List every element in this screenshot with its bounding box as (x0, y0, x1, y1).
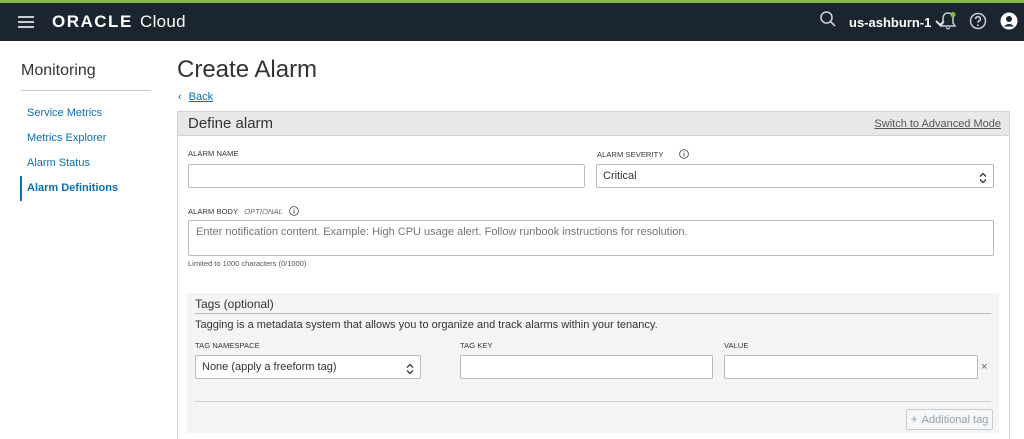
alarm-body-label-row: ALARM BODY OPTIONAL (188, 206, 299, 218)
info-icon[interactable] (289, 206, 299, 218)
tag-value-label: VALUE (724, 341, 749, 350)
panel-header: Define alarm Switch to Advanced Mode (178, 112, 1009, 136)
sidebar-item-service-metrics[interactable]: Service Metrics (27, 107, 102, 119)
tag-value-input[interactable] (724, 355, 978, 379)
sidebar-divider (21, 90, 151, 91)
alarm-body-textarea[interactable] (188, 220, 994, 256)
region-label: us-ashburn-1 (849, 15, 932, 30)
sidebar-item-metrics-explorer[interactable]: Metrics Explorer (27, 132, 106, 144)
alarm-severity-label-row: ALARM SEVERITY (597, 149, 690, 161)
alarm-name-input[interactable] (188, 164, 585, 188)
info-icon[interactable] (679, 149, 690, 161)
switch-advanced-mode-link[interactable]: Switch to Advanced Mode (874, 118, 1001, 130)
search-icon[interactable] (819, 10, 837, 33)
region-selector[interactable]: us-ashburn-1 (849, 15, 945, 30)
alarm-body-label: ALARM BODY (188, 206, 239, 216)
notifications-bell-icon[interactable] (939, 11, 957, 36)
alarm-severity-select[interactable]: Critical (596, 164, 994, 188)
alarm-severity-value: Critical (603, 170, 637, 182)
tags-title: Tags (optional) (195, 297, 274, 311)
select-arrows-icon (979, 170, 987, 192)
menu-icon[interactable] (18, 16, 34, 28)
tags-divider (195, 313, 991, 314)
sidebar-item-alarm-status[interactable]: Alarm Status (27, 157, 90, 169)
tags-description: Tagging is a metadata system that allows… (195, 319, 658, 331)
oracle-cloud-logo[interactable]: ORACLE Cloud (52, 12, 186, 32)
page-title: Create Alarm (177, 56, 318, 83)
back-link-label: Back (188, 91, 214, 103)
alarm-body-optional-label: OPTIONAL (244, 206, 283, 216)
tag-namespace-value: None (apply a freeform tag) (202, 361, 337, 373)
additional-tag-button[interactable]: + Additional tag (906, 409, 993, 430)
select-arrows-icon (406, 361, 414, 383)
tags-bottom-divider (195, 401, 991, 402)
back-link[interactable]: ‹ Back (178, 91, 213, 103)
character-limit-hint: Limited to 1000 characters (0/1000) (188, 259, 307, 268)
remove-tag-icon[interactable]: × (981, 361, 987, 373)
panel-title: Define alarm (188, 115, 274, 132)
sidebar: Monitoring Service Metrics Metrics Explo… (0, 41, 170, 439)
additional-tag-label: Additional tag (921, 414, 989, 426)
top-navigation-bar: ORACLE Cloud us-ashburn-1 (0, 0, 1024, 41)
tag-namespace-label: TAG NAMESPACE (195, 341, 260, 350)
tag-namespace-select[interactable]: None (apply a freeform tag) (195, 355, 421, 379)
help-icon[interactable] (969, 12, 987, 35)
alarm-name-label: ALARM NAME (188, 149, 239, 158)
logo-product: Cloud (140, 12, 186, 31)
tag-key-input[interactable] (460, 355, 713, 379)
logo-brand: ORACLE (52, 12, 133, 31)
tags-section: Tags (optional) Tagging is a metadata sy… (187, 293, 999, 433)
sidebar-title: Monitoring (21, 62, 96, 79)
define-alarm-panel: Define alarm Switch to Advanced Mode ALA… (177, 111, 1010, 439)
chevron-left-icon: ‹ (178, 91, 182, 103)
plus-icon: + (910, 412, 918, 426)
alarm-severity-label: ALARM SEVERITY (597, 149, 664, 159)
sidebar-active-indicator (20, 176, 22, 201)
user-profile-icon[interactable] (1000, 12, 1018, 35)
sidebar-item-alarm-definitions[interactable]: Alarm Definitions (27, 182, 118, 194)
tag-key-label: TAG KEY (460, 341, 493, 350)
